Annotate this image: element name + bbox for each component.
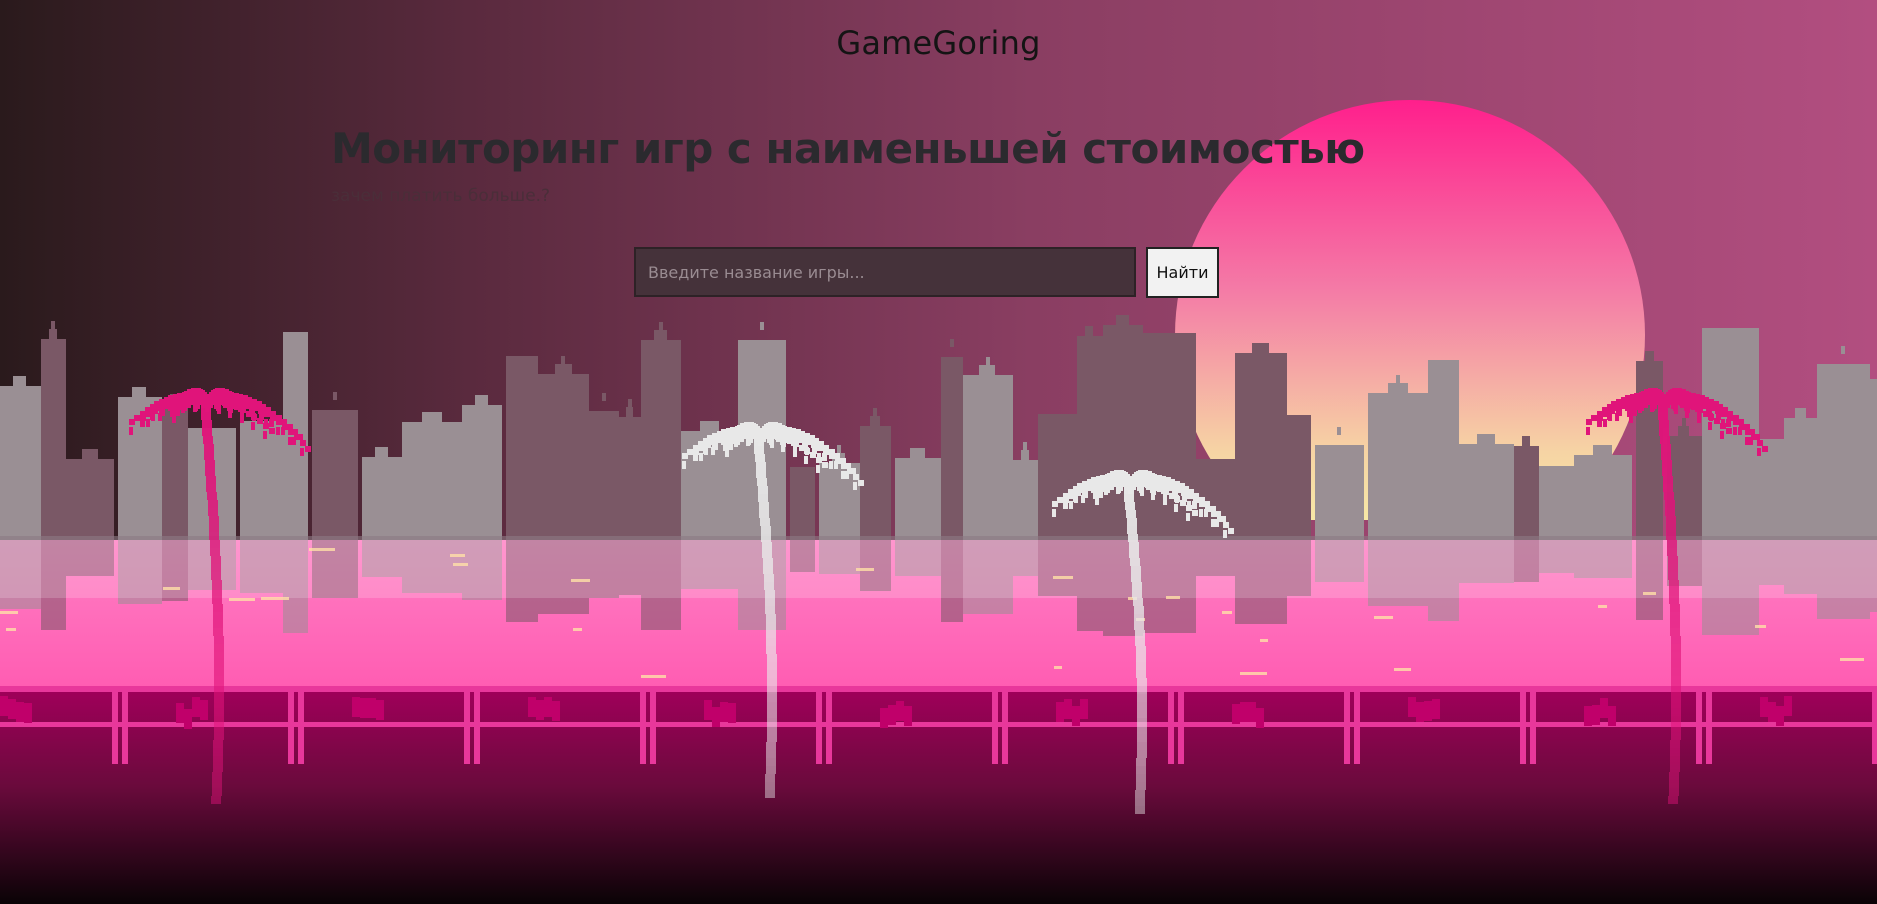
search-input[interactable] bbox=[634, 247, 1136, 297]
search-button[interactable]: Найти bbox=[1146, 247, 1219, 298]
site-logo[interactable]: GameGoring bbox=[0, 24, 1877, 62]
page-subtitle: зачем платить больше.? bbox=[331, 186, 551, 206]
page-title: Мониторинг игр с наименьшей стоимостью bbox=[331, 124, 1365, 173]
